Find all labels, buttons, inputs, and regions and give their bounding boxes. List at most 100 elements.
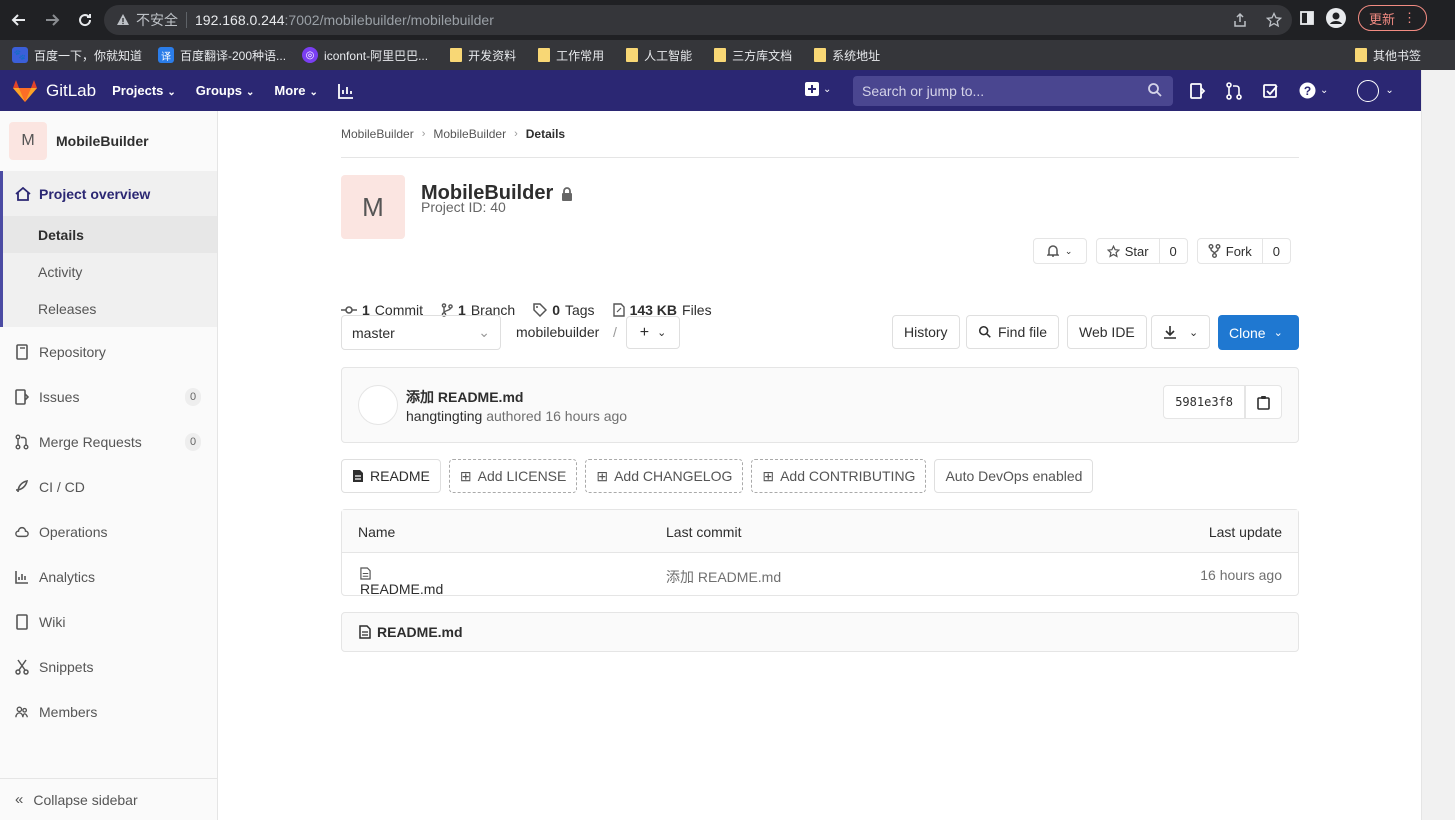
- project-buttons: README ⊞ Add LICENSE ⊞ Add CHANGELOG ⊞ Add …: [341, 459, 1094, 493]
- star-bookmark-icon[interactable]: [1266, 12, 1282, 28]
- sidebar-item-label: Issues: [39, 388, 80, 405]
- user-menu[interactable]: ⌄: [1357, 79, 1394, 102]
- reload-icon[interactable]: [71, 6, 99, 34]
- bookmark-iconfont[interactable]: ◎ iconfont-阿里巴巴...: [302, 47, 428, 64]
- sidebar-project-header[interactable]: M MobileBuilder: [0, 111, 217, 171]
- collapse-sidebar-button[interactable]: « Collapse sidebar: [0, 778, 217, 820]
- sidebar-item-analytics[interactable]: Analytics: [0, 554, 217, 599]
- back-icon[interactable]: [5, 6, 33, 34]
- breadcrumb-current[interactable]: Details: [526, 127, 565, 141]
- sidebar-item-project-overview[interactable]: Project overview: [3, 171, 217, 216]
- warning-icon: [117, 14, 129, 25]
- update-label: 更新: [1369, 11, 1396, 27]
- browser-toolbar: 不安全 192.168.0.244:7002/mobilebuilder/mob…: [0, 0, 1455, 40]
- file-name-cell[interactable]: README.md: [360, 567, 443, 597]
- security-warning[interactable]: 不安全: [116, 10, 178, 30]
- count-badge: 0: [185, 387, 201, 406]
- history-button[interactable]: History: [892, 315, 960, 349]
- sidebar-item-label: Project overview: [39, 185, 151, 202]
- readme-button[interactable]: README: [341, 459, 441, 493]
- sidebar-item-label: Wiki: [39, 613, 66, 630]
- commit-sha[interactable]: 5981e3f8: [1163, 385, 1245, 419]
- bookmark-baidu[interactable]: 🐾 百度一下，你就知道: [12, 47, 142, 64]
- chevron-down-icon: ⌄: [657, 327, 667, 339]
- help-dropdown[interactable]: ? ⌄: [1299, 82, 1328, 99]
- add-changelog-button[interactable]: ⊞ Add CHANGELOG: [585, 459, 744, 493]
- notification-dropdown[interactable]: ⌄: [1032, 238, 1087, 264]
- sidebar-item-activity[interactable]: Activity: [3, 253, 217, 290]
- profile-icon[interactable]: [1326, 8, 1346, 28]
- sidebar-item-merge-requests[interactable]: Merge Requests 0: [0, 419, 217, 464]
- sidebar-item-wiki[interactable]: Wiki: [0, 599, 217, 644]
- activity-chart-icon[interactable]: [337, 83, 354, 99]
- add-license-button[interactable]: ⊞ Add LICENSE: [448, 459, 578, 493]
- add-to-tree-dropdown[interactable]: + ⌄: [626, 316, 680, 349]
- bookmark-folder[interactable]: 系统地址: [814, 47, 880, 64]
- menu-groups[interactable]: Groups ⌄: [196, 83, 255, 98]
- sidebar-item-operations[interactable]: Operations: [0, 509, 217, 554]
- bookmark-folder[interactable]: 三方库文档: [714, 47, 792, 64]
- bookmarks-bar: 🐾 百度一下，你就知道 译百度翻译-200种语... ◎ iconfont-阿里巴巴…: [0, 40, 1455, 70]
- page-scrollbar[interactable]: [1421, 70, 1455, 820]
- gitlab-logo[interactable]: GitLab: [12, 79, 96, 103]
- address-bar[interactable]: 不安全 192.168.0.244:7002/mobilebuilder/mob…: [104, 5, 1292, 35]
- branch-select[interactable]: master ⌄: [341, 315, 501, 350]
- star-count[interactable]: 0: [1158, 239, 1187, 263]
- bookmark-translate[interactable]: 译百度翻译-200种语...: [158, 47, 286, 64]
- sidebar-item-repository[interactable]: Repository: [0, 329, 217, 374]
- find-file-button[interactable]: Find file: [966, 315, 1060, 349]
- sidebar-item-snippets[interactable]: Snippets: [0, 644, 217, 689]
- home-icon: [15, 186, 31, 201]
- sidebar-item-releases[interactable]: Releases: [3, 290, 217, 327]
- auto-devops-button[interactable]: Auto DevOps enabled: [934, 459, 1094, 493]
- sidebar-item-members[interactable]: Members: [0, 689, 217, 734]
- sidepanel-icon[interactable]: [1300, 11, 1314, 25]
- table-row[interactable]: README.md 添加 README.md 16 hours ago: [342, 553, 1298, 597]
- download-dropdown[interactable]: ⌄: [1151, 315, 1211, 349]
- url-path: :7002/mobilebuilder/mobilebuilder: [284, 12, 494, 28]
- sidebar-item-ci-cd[interactable]: CI / CD: [0, 464, 217, 509]
- search-input[interactable]: Search or jump to...: [853, 76, 1173, 106]
- todo-icon[interactable]: [1262, 82, 1280, 100]
- sidebar-item-issues[interactable]: Issues 0: [0, 374, 217, 419]
- last-commit-cell[interactable]: 添加 README.md: [666, 567, 781, 587]
- chevron-down-icon: ⌄: [1189, 326, 1199, 339]
- issues-nav-icon[interactable]: [1188, 82, 1206, 100]
- update-button[interactable]: 更新 ⋮: [1358, 5, 1428, 31]
- bookmark-other[interactable]: 其他书签: [1354, 47, 1421, 64]
- fork-button[interactable]: Fork 0: [1196, 238, 1291, 264]
- forward-icon[interactable]: [38, 6, 66, 34]
- bookmark-folder[interactable]: 开发资料: [450, 47, 516, 64]
- fork-count[interactable]: 0: [1261, 239, 1290, 263]
- readme-title[interactable]: README.md: [377, 624, 463, 640]
- table-header: Name Last commit Last update: [342, 510, 1298, 553]
- repo-path-link[interactable]: mobilebuilder: [516, 324, 599, 340]
- breadcrumb: MobileBuilder › MobileBuilder › Details: [341, 111, 1299, 158]
- web-ide-button[interactable]: Web IDE: [1067, 315, 1147, 349]
- clone-dropdown[interactable]: Clone ⌄: [1218, 315, 1299, 350]
- avatar[interactable]: [358, 385, 398, 425]
- commit-title[interactable]: 添加 README.md: [406, 387, 523, 407]
- breadcrumb-link[interactable]: MobileBuilder: [433, 127, 506, 141]
- sidebar-item-label: Analytics: [39, 568, 96, 585]
- star-label: Star: [1124, 243, 1149, 259]
- copy-sha-button[interactable]: [1245, 385, 1282, 419]
- new-dropdown[interactable]: ⌄: [805, 82, 831, 96]
- clone-label: Clone: [1229, 324, 1266, 341]
- bookmark-folder[interactable]: 人工智能: [626, 47, 692, 64]
- add-contributing-button[interactable]: ⊞ Add CONTRIBUTING: [751, 459, 927, 493]
- star-button[interactable]: Star 0: [1095, 238, 1188, 264]
- menu-projects[interactable]: Projects ⌄: [112, 83, 176, 98]
- file-name[interactable]: README.md: [360, 581, 443, 597]
- sidebar-item-details[interactable]: Details: [3, 216, 217, 253]
- breadcrumb-link[interactable]: MobileBuilder: [341, 127, 414, 141]
- commit-author[interactable]: hangtingting: [406, 408, 482, 424]
- file-text-icon: [353, 470, 363, 482]
- bookmark-folder[interactable]: 工作常用: [538, 47, 604, 64]
- help-icon: ?: [1299, 82, 1316, 99]
- project-header: M MobileBuilder Project ID: 40 ⌄ Star 0 …: [341, 158, 1299, 318]
- rocket-icon: [15, 479, 29, 492]
- merge-request-nav-icon[interactable]: [1225, 81, 1243, 100]
- menu-more[interactable]: More ⌄: [274, 83, 317, 98]
- share-icon[interactable]: [1232, 12, 1248, 28]
